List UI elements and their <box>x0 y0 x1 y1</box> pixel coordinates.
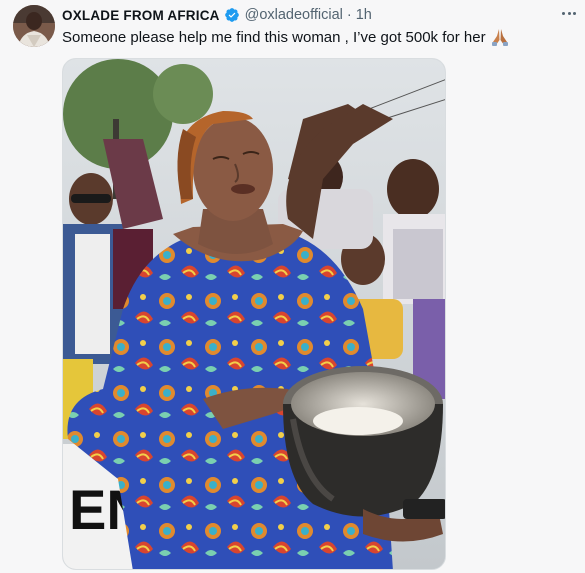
tweet-text-content: Someone please help me find this woman ,… <box>62 28 486 46</box>
more-options-icon[interactable] <box>560 4 578 22</box>
photo-image: EN <box>63 59 445 569</box>
tweet-photo[interactable]: EN <box>62 58 446 570</box>
verified-badge-icon <box>224 7 240 23</box>
folded-hands-icon <box>490 27 510 47</box>
handle[interactable]: @oxladeofficial <box>245 7 343 23</box>
tweet-text: Someone please help me find this woman ,… <box>62 27 510 47</box>
avatar[interactable] <box>13 5 55 47</box>
display-name[interactable]: OXLADE FROM AFRICA <box>62 8 220 23</box>
tweet-card[interactable]: OXLADE FROM AFRICA @oxladeofficial · 1h … <box>0 0 585 573</box>
separator-dot: · <box>346 7 352 23</box>
tweet-header: OXLADE FROM AFRICA @oxladeofficial · 1h <box>62 5 372 25</box>
timestamp[interactable]: 1h <box>356 7 372 23</box>
